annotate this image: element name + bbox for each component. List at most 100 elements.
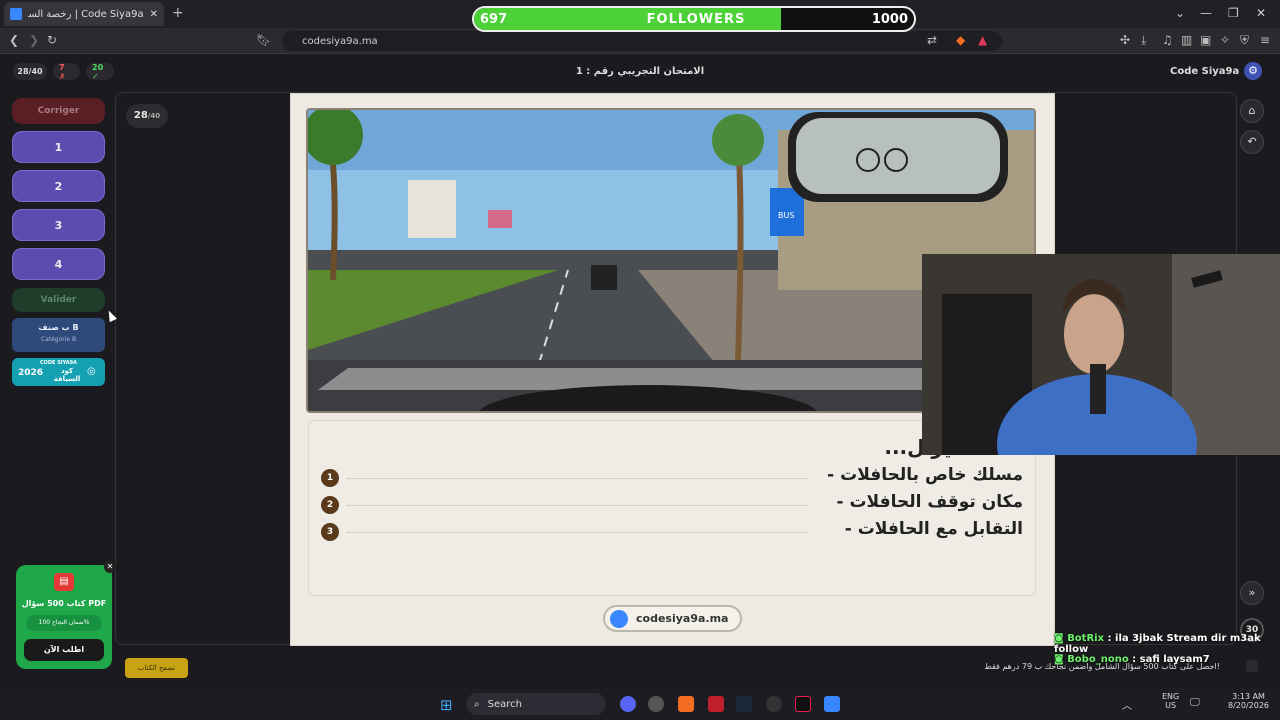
streamer-webcam-image (922, 254, 1280, 455)
clock-date: 8/20/2026 (1228, 701, 1270, 710)
language-indicator[interactable]: ENG US (1162, 692, 1179, 710)
brave-shield-icon[interactable]: ◆ (956, 33, 965, 47)
option-dots (347, 532, 807, 533)
pdf-icon: ▤ (54, 573, 74, 591)
promo-close-icon[interactable]: ✕ (104, 561, 116, 573)
windows-start-icon[interactable]: ⊞ (440, 696, 453, 714)
search-icon: ⌕ (474, 698, 480, 710)
site-favicon-icon (10, 8, 22, 20)
downloads-icon[interactable]: ⤓ (1141, 33, 1146, 48)
brand-logo-icon[interactable]: ⚙ (1244, 62, 1262, 80)
chat-user: Bobo_nono (1067, 654, 1129, 665)
tiktok-icon[interactable] (795, 696, 811, 712)
stop-icon[interactable] (1246, 660, 1258, 672)
back-icon[interactable]: ❮ (9, 33, 19, 47)
counter-number: 28 (133, 110, 148, 121)
url-text: codesiya9a.ma (302, 35, 378, 47)
wallet-icon[interactable]: ▣ (1200, 33, 1211, 47)
followers-goal: 1000 (871, 12, 908, 27)
option-dots (347, 505, 807, 506)
codesiya9a-app-icon[interactable] (824, 696, 840, 712)
tab-title: Code Siya9a | رخصة السياقة (28, 8, 144, 20)
tray-chevron-icon[interactable]: ︿ (1122, 697, 1132, 712)
tab-list-icon[interactable]: ⌄ (1175, 6, 1185, 20)
option-2[interactable]: 2 - مكان توقف الحافلات (321, 492, 1023, 518)
site-link-text: codesiya9a.ma (636, 612, 729, 625)
option-text-3: - التقابل مع الحافلات (844, 519, 1023, 539)
promo-badge: ضمان النجاح 100% (26, 615, 102, 631)
maximize-icon[interactable]: ❐ (1228, 6, 1239, 20)
exam-title: الامتحان التجريبي رقم : 1 (575, 66, 705, 77)
taskbar-clock[interactable]: 3:13 AM 8/20/2026 (1228, 692, 1269, 710)
answer-button-4[interactable]: 4 (12, 248, 105, 280)
undo-icon[interactable]: ↶ (1240, 130, 1264, 154)
reload-icon[interactable]: ↻ (47, 33, 57, 47)
brave-icon[interactable] (678, 696, 694, 712)
question-counter: 28/40 (126, 104, 168, 128)
extensions-icon[interactable]: ✣ (1120, 33, 1130, 47)
promo-card: ▤ كتاب 500 سؤال PDF ضمان النجاح 100% اطل… (16, 565, 112, 669)
answer-button-2[interactable]: 2 (12, 170, 105, 202)
adobe-icon[interactable] (708, 696, 724, 712)
network-icon[interactable]: 🖵︎ (1190, 697, 1200, 708)
bus-sign-text: BUS (778, 211, 794, 220)
chat-user: BotRix (1067, 633, 1105, 644)
option-dots (347, 478, 807, 479)
close-window-icon[interactable]: ✕ (1256, 6, 1266, 20)
code-siya9a-badge[interactable]: CODE SIYA9A 2026 كود السياقة ◎ (12, 358, 105, 386)
obs-icon[interactable] (766, 696, 782, 712)
option-1[interactable]: 1 - مسلك خاص بالحافلات (321, 465, 1023, 491)
browser-tab[interactable]: Code Siya9a | رخصة السياقة ✕ (4, 2, 164, 26)
minimize-icon[interactable]: — (1200, 6, 1212, 20)
site-logo-icon (610, 609, 628, 628)
taskbar-search-label: Search (487, 698, 522, 710)
app-icon[interactable] (648, 696, 664, 712)
url-field[interactable]: codesiya9a.ma (282, 31, 1002, 51)
discord-icon[interactable] (620, 696, 636, 712)
steam-icon[interactable] (736, 696, 752, 712)
new-tab-button[interactable]: + (172, 5, 184, 21)
windows-taskbar (0, 688, 1280, 720)
answer-button-3[interactable]: 3 (12, 209, 105, 241)
promo-title: كتاب 500 سؤال PDF (21, 599, 107, 608)
corriger-button[interactable]: Corriger (12, 98, 105, 124)
vpn-shield-icon[interactable]: ⛨ (1240, 33, 1249, 48)
code-year: 2026 (18, 368, 44, 378)
valider-button[interactable]: Valider (12, 288, 105, 312)
translate-icon[interactable]: ⇄ (927, 33, 937, 47)
category-label: ب صنف B (38, 323, 79, 332)
promo-order-button[interactable]: اطلب الآن (24, 639, 104, 661)
sidebar-toggle-icon[interactable]: ▥ (1181, 33, 1192, 47)
option-text-1: - مسلك خاص بالحافلات (827, 465, 1023, 485)
chat-text: : safi laysam7 (1132, 654, 1210, 665)
category-button[interactable]: ب صنف B Catégorie B (12, 318, 105, 352)
music-icon[interactable]: ♫ (1162, 33, 1173, 47)
forward-icon[interactable]: ❯ (29, 33, 39, 47)
followers-label: FOLLOWERS (646, 12, 746, 27)
option-text-2: - مكان توقف الحافلات (836, 492, 1023, 512)
leo-ai-icon[interactable]: ✧ (1220, 33, 1230, 47)
browse-book-button[interactable]: تصفح الكتاب (125, 658, 188, 678)
next-icon[interactable]: » (1240, 581, 1264, 605)
chat-message: ◙ Bobo_nono : safi laysam7 (1054, 654, 1210, 665)
brave-rewards-icon[interactable]: ▲ (978, 33, 987, 47)
followers-goal-bar: FOLLOWERS 697 1000 (472, 6, 916, 32)
webcam-overlay (922, 254, 1280, 455)
close-tab-icon[interactable]: ✕ (150, 9, 158, 20)
option-number-3: 3 (321, 523, 339, 541)
language-region: US (1165, 701, 1177, 710)
language-code: ENG (1162, 692, 1180, 701)
clock-time: 3:13 AM (1232, 692, 1265, 701)
taskbar-search[interactable]: ⌕ Search (466, 693, 606, 715)
chat-message: ◙ BotRix : ila 3jbak Stream dir m3ak fol… (1054, 633, 1280, 655)
answer-button-1[interactable]: 1 (12, 131, 105, 163)
site-link-pill[interactable]: codesiya9a.ma (603, 605, 742, 632)
code-logo-icon: ◎ (87, 366, 96, 377)
menu-icon[interactable]: ≡ (1260, 33, 1270, 47)
counter-total: /40 (147, 112, 161, 120)
option-3[interactable]: 3 - التقابل مع الحافلات (321, 519, 1023, 545)
code-arabic-label: كود السياقة (53, 367, 81, 383)
bookmark-icon[interactable]: 🔖︎ (256, 33, 271, 47)
home-icon[interactable]: ⌂ (1240, 99, 1264, 123)
followers-current: 697 (480, 12, 508, 27)
